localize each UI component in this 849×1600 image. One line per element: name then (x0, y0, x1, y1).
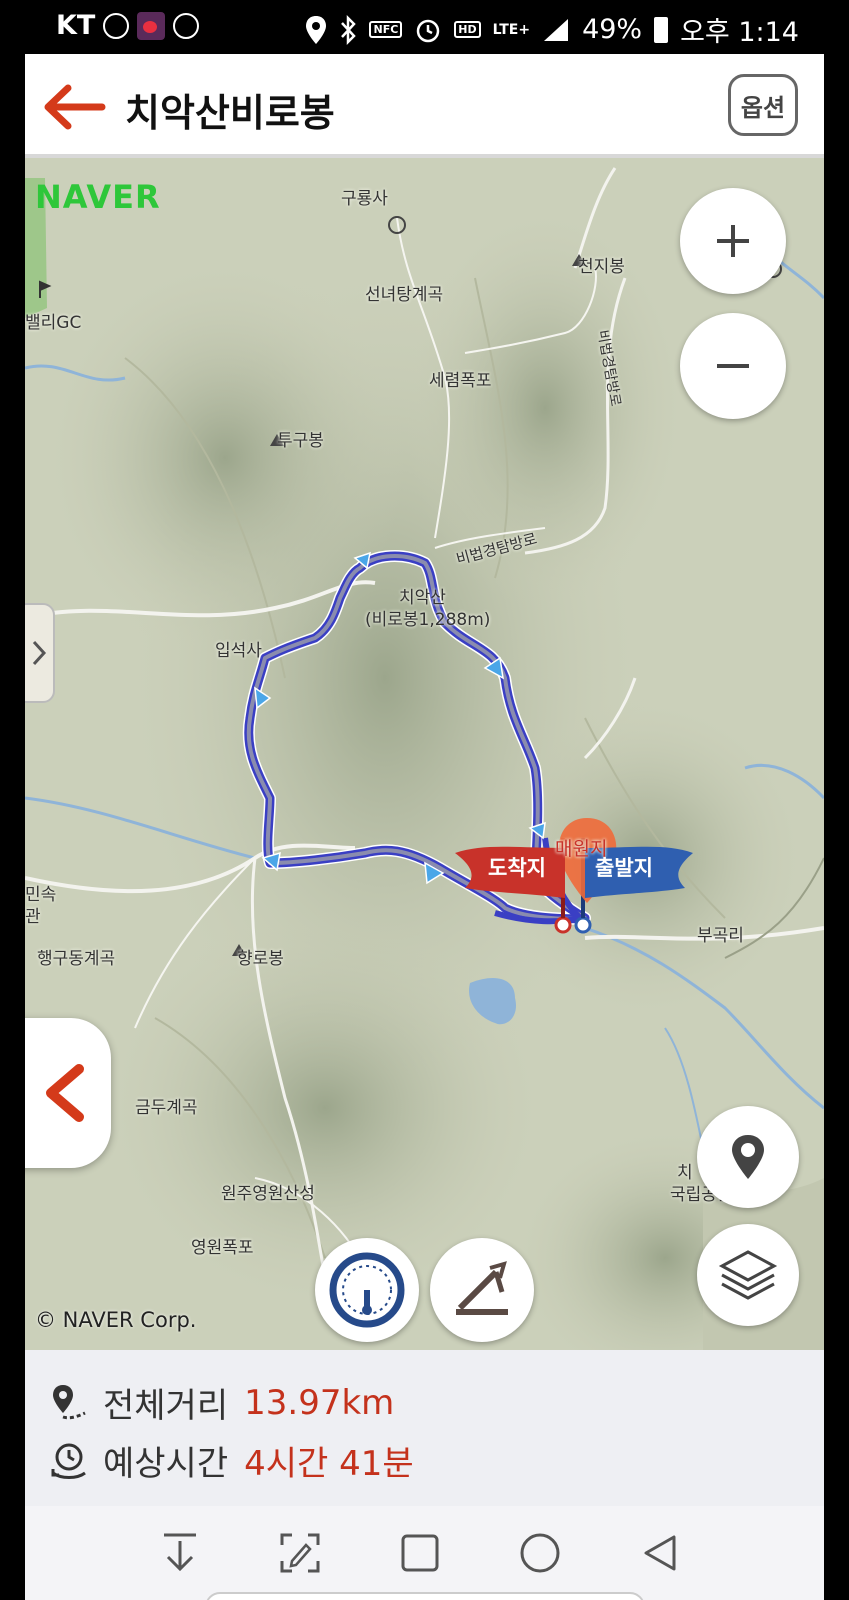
speed-setting-button[interactable] (315, 1238, 419, 1342)
clock: 오후 1:14 (680, 17, 799, 48)
map-label-seonnyeotang: 선녀탕계곡 (365, 285, 444, 305)
side-panel-toggle[interactable] (25, 603, 55, 703)
capture-edit-button[interactable] (275, 1528, 325, 1578)
battery-percent: 49% (582, 14, 643, 45)
naver-logo: NAVER (35, 178, 161, 216)
battery-icon (654, 16, 669, 43)
my-location-button[interactable] (697, 1106, 799, 1208)
alarm-icon (417, 19, 440, 42)
status-right: NFC HD LTE+ 49% 오후 1:14 (305, 10, 799, 49)
distance-row: 전체거리 13.97km (49, 1378, 394, 1427)
map-label-geumdu: 금두계곡 (135, 1098, 198, 1118)
frame-right (824, 54, 849, 1600)
location-pin-icon (732, 1135, 764, 1179)
page-title: 치악산비로봉 (125, 91, 335, 135)
map-label-valley-gc: 밸리GC (25, 313, 82, 333)
plus-icon (717, 225, 749, 257)
status-bar: KT NFC HD LTE+ 49% 오후 1:14 (0, 0, 849, 54)
distance-value: 13.97km (244, 1382, 395, 1423)
back-triangle-icon (644, 1535, 676, 1571)
time-row: 예상시간 4시간 41분 (49, 1436, 414, 1485)
frame-left (0, 54, 25, 1600)
zoom-out-button[interactable] (680, 313, 786, 419)
slope-icon (456, 1261, 508, 1315)
map-label-youngwon-falls: 영원폭포 (191, 1238, 254, 1258)
map-label-peak-sub: (비로봉1,288m) (365, 610, 491, 630)
download-icon (164, 1533, 196, 1572)
expand-panel-button[interactable] (25, 1018, 111, 1168)
clock-route-icon (51, 1443, 86, 1479)
route-distance-icon (53, 1384, 86, 1419)
signal-icon (544, 18, 569, 41)
map-label-seryeom: 세렴폭포 (429, 371, 492, 391)
location-icon (306, 15, 327, 44)
map-label-bugok: 부곡리 (697, 926, 744, 946)
map-label-hyanggudong: 행구동계곡 (37, 949, 116, 969)
edit-capture-icon (280, 1533, 320, 1573)
map-layers-button[interactable] (697, 1224, 799, 1326)
nfc-icon: NFC (369, 21, 403, 38)
chevron-right-icon (32, 640, 47, 666)
home-icon (520, 1533, 560, 1573)
map-label-youngwon-fortress: 원주영원산성 (221, 1184, 315, 1204)
minus-icon (717, 364, 749, 368)
distance-label: 전체거리 (103, 1386, 229, 1426)
route-info-panel: 전체거리 13.97km 예상시간 4시간 41분 (25, 1350, 824, 1506)
map-label-hyangrobong: 향로봉 (237, 949, 284, 969)
slope-profile-button[interactable] (430, 1238, 534, 1342)
walk-icon (103, 12, 130, 39)
cherry-app-icon (137, 11, 166, 40)
back-button[interactable] (635, 1528, 685, 1578)
arrival-flag-label[interactable]: 도착지 (488, 852, 546, 882)
map-copyright: © NAVER Corp. (35, 1308, 197, 1332)
departure-flag-label[interactable]: 출발지 (595, 852, 653, 882)
chevron-left-icon (46, 1064, 84, 1122)
app-header: 치악산비로봉 옵션 (25, 54, 824, 158)
network-label: LTE+ (492, 21, 531, 38)
download-button[interactable] (155, 1528, 205, 1578)
back-arrow-icon[interactable] (42, 80, 106, 134)
map-label-ipseoksa: 입석사 (215, 641, 262, 661)
zoom-in-button[interactable] (680, 188, 786, 294)
options-button[interactable]: 옵션 (728, 74, 798, 136)
speedometer-icon (329, 1252, 405, 1328)
map-label-gurongsa: 구룡사 (341, 189, 388, 209)
time-label: 예상시간 (103, 1444, 229, 1484)
time-value: 4시간 41분 (244, 1444, 414, 1484)
map-view[interactable]: NAVER 구룡사 선녀탕계곡 천지봉 세렴폭포 투구봉 치악산 (비로봉1,2… (25, 158, 824, 1350)
map-label-gwan: 관 (25, 907, 41, 927)
map-label-cheonjibong: 천지봉 (578, 257, 625, 277)
bottom-handle (205, 1592, 645, 1600)
recents-icon (401, 1534, 439, 1572)
walk-icon (173, 12, 200, 39)
bluetooth-icon (341, 14, 357, 45)
hd-icon: HD (454, 21, 481, 38)
system-nav-bar (25, 1506, 824, 1600)
status-left: KT (56, 10, 200, 41)
carrier-label: KT (56, 10, 96, 41)
map-label-tugubong: 투구봉 (277, 431, 324, 451)
recents-button[interactable] (395, 1528, 445, 1578)
home-button[interactable] (515, 1528, 565, 1578)
layers-icon (718, 1250, 778, 1300)
